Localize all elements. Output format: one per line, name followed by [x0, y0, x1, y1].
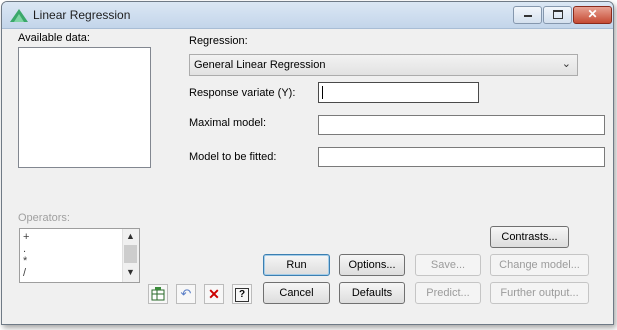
- operators-list[interactable]: + . * / ▲ ▼: [19, 228, 140, 283]
- clear-x-icon: ✕: [208, 286, 220, 302]
- further-output-button[interactable]: Further output...: [490, 282, 589, 304]
- regression-triangle-icon: [10, 9, 28, 22]
- save-button[interactable]: Save...: [415, 254, 481, 276]
- maximal-model-label: Maximal model:: [189, 117, 267, 129]
- list-item[interactable]: *: [23, 255, 27, 267]
- list-item[interactable]: +: [23, 231, 29, 243]
- close-icon: ✕: [587, 7, 598, 21]
- contrasts-button[interactable]: Contrasts...: [490, 226, 569, 248]
- response-variate-label: Response variate (Y):: [189, 87, 296, 99]
- regression-select-value: General Linear Regression: [194, 59, 326, 71]
- change-model-button[interactable]: Change model...: [490, 254, 589, 276]
- options-button[interactable]: Options...: [339, 254, 405, 276]
- undo-button[interactable]: ↶: [176, 284, 196, 304]
- scroll-thumb[interactable]: [124, 245, 137, 263]
- operators-label: Operators:: [18, 212, 70, 224]
- model-to-fit-field[interactable]: [318, 147, 605, 167]
- chevron-down-icon: ⌄: [561, 58, 571, 70]
- list-item[interactable]: .: [23, 243, 26, 255]
- spreadsheet-icon: [151, 287, 165, 301]
- list-item[interactable]: /: [23, 267, 26, 279]
- available-data-label: Available data:: [18, 32, 90, 44]
- minimize-icon: [523, 15, 532, 17]
- maximal-model-field[interactable]: [318, 115, 605, 135]
- maximize-button[interactable]: [543, 6, 572, 24]
- window-title: Linear Regression: [33, 8, 131, 22]
- run-button[interactable]: Run: [263, 254, 330, 276]
- text-caret: [322, 86, 323, 99]
- defaults-button[interactable]: Defaults: [339, 282, 405, 304]
- close-button[interactable]: ✕: [573, 6, 612, 24]
- predict-button[interactable]: Predict...: [415, 282, 481, 304]
- model-to-fit-label: Model to be fitted:: [189, 151, 277, 163]
- response-variate-field[interactable]: [318, 82, 479, 103]
- title-bar[interactable]: Linear Regression ✕: [2, 2, 613, 29]
- clear-button[interactable]: ✕: [204, 284, 224, 304]
- regression-select[interactable]: General Linear Regression ⌄: [189, 54, 578, 76]
- available-data-list[interactable]: [18, 47, 151, 168]
- minimize-button[interactable]: [513, 6, 542, 24]
- send-to-spreadsheet-button[interactable]: [148, 284, 168, 304]
- scroll-up-icon[interactable]: ▲: [126, 231, 135, 241]
- cancel-button[interactable]: Cancel: [263, 282, 330, 304]
- undo-icon: ↶: [180, 286, 192, 301]
- scroll-down-icon[interactable]: ▼: [126, 267, 135, 277]
- maximize-icon: [552, 10, 563, 19]
- help-icon: ?: [235, 288, 249, 302]
- help-button[interactable]: ?: [232, 284, 252, 304]
- regression-label: Regression:: [189, 35, 248, 47]
- dialog-window: Linear Regression ✕ Available data: Regr…: [1, 1, 614, 325]
- operators-scrollbar[interactable]: ▲ ▼: [122, 229, 139, 282]
